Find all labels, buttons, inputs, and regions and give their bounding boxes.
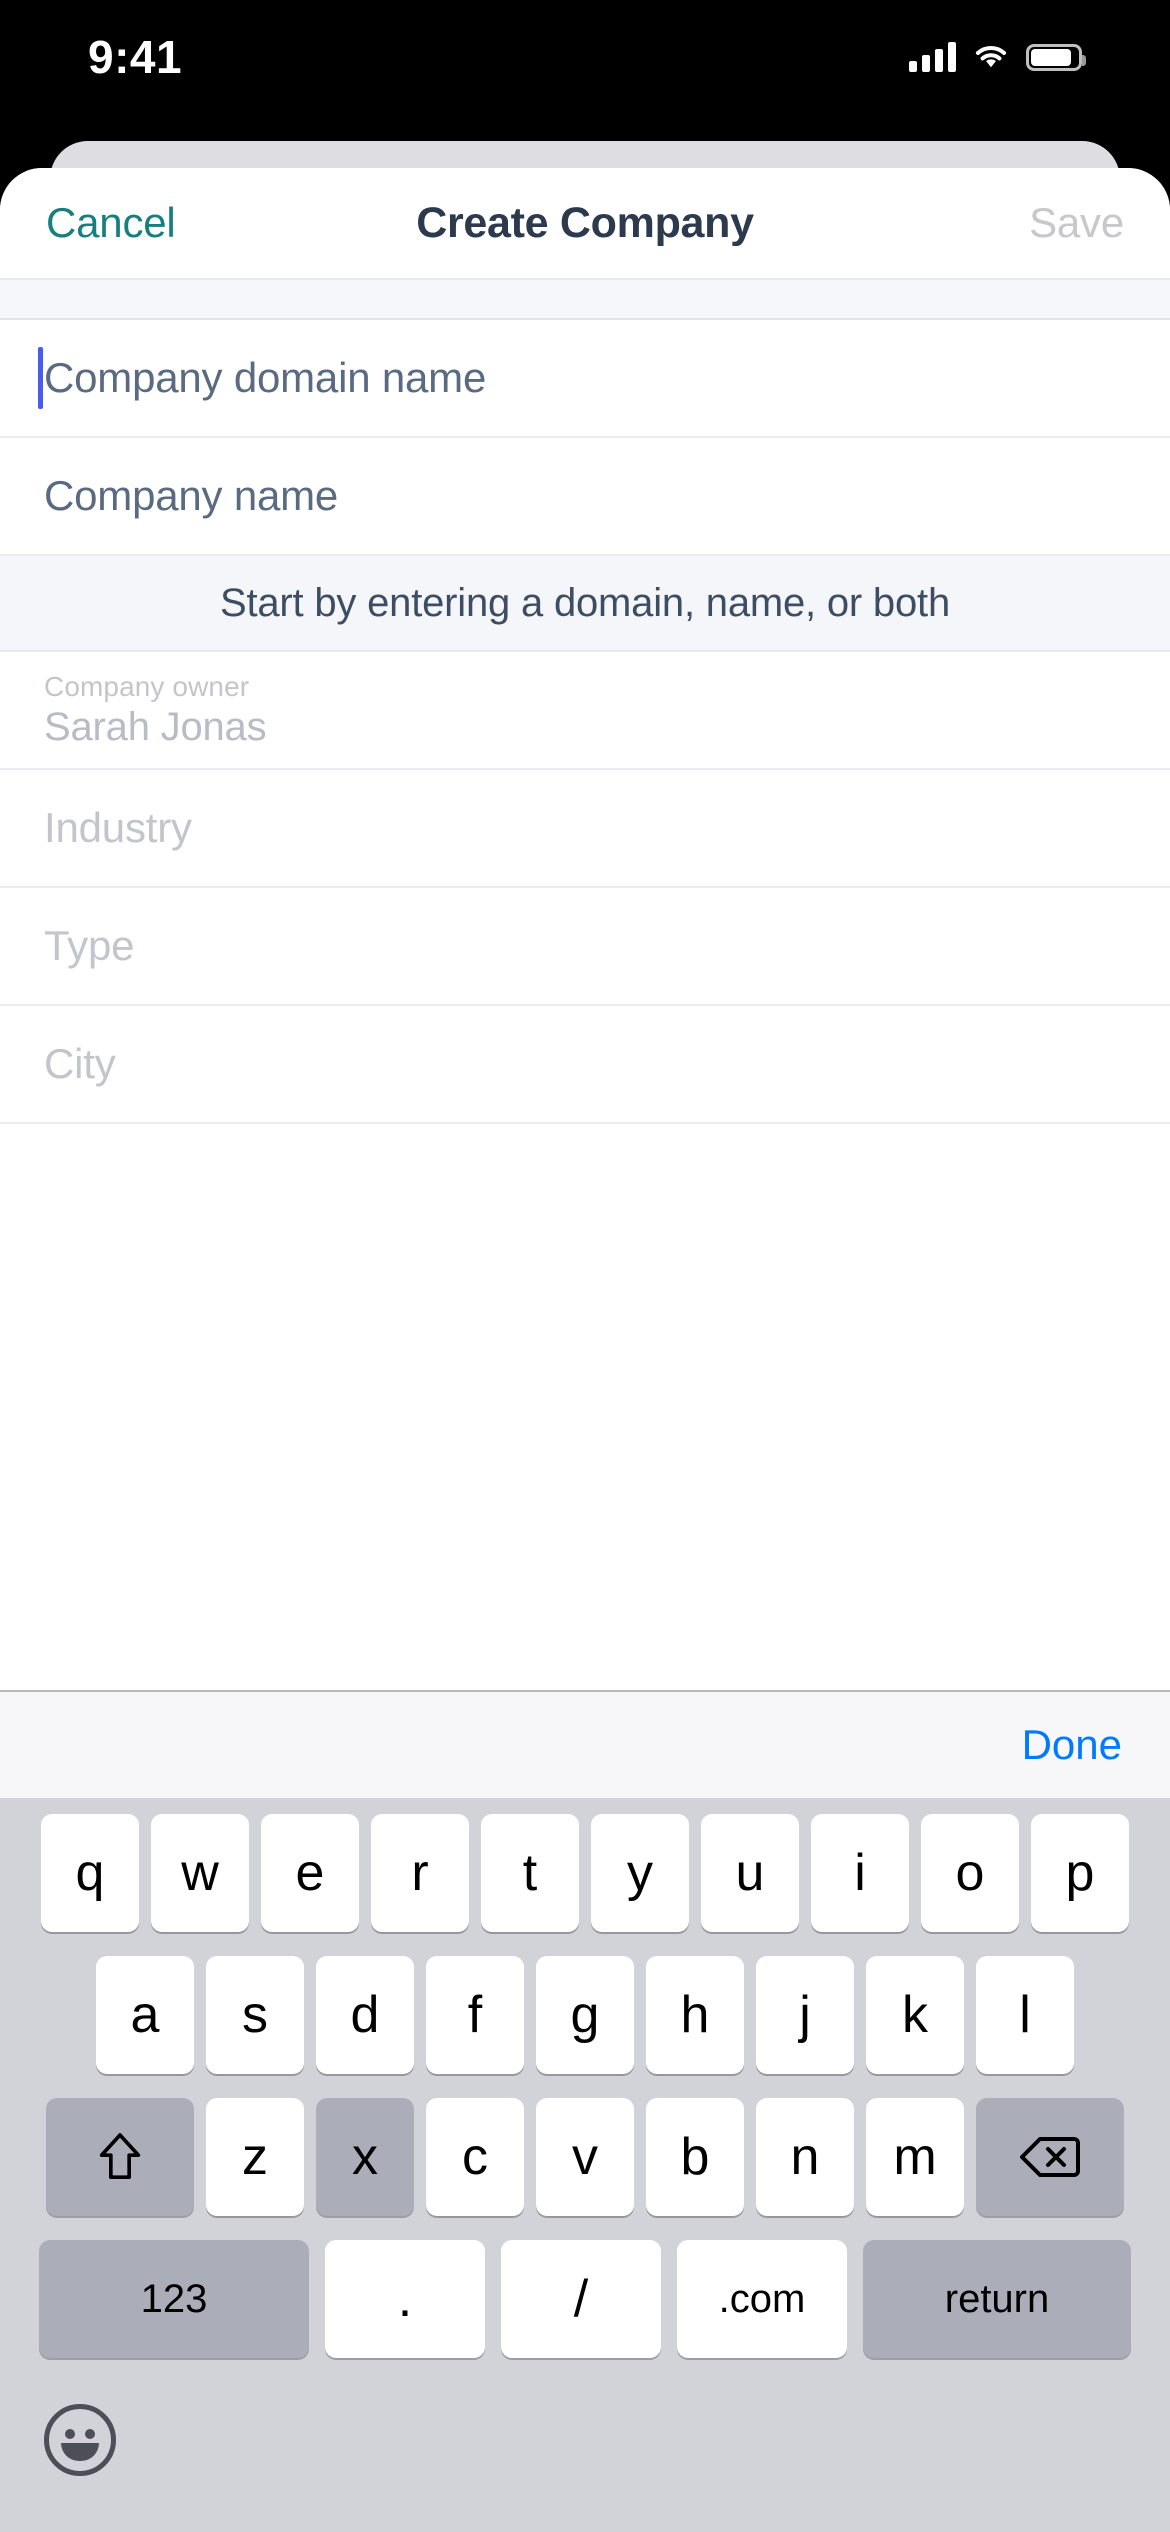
navigation-bar: Cancel Create Company Save [0, 168, 1170, 278]
key-q[interactable]: q [41, 1814, 139, 1932]
wifi-icon [975, 45, 1007, 68]
dotcom-key[interactable]: .com [677, 2240, 847, 2358]
shift-arrow-up-icon [99, 2133, 141, 2180]
field-company-name[interactable]: Company name [0, 438, 1170, 556]
key-m[interactable]: m [866, 2098, 964, 2216]
field-industry[interactable]: Industry [0, 770, 1170, 888]
key-e[interactable]: e [261, 1814, 359, 1932]
company-form: Company domain name Company name Start b… [0, 320, 1170, 1124]
form-hint-text: Start by entering a domain, name, or bot… [219, 580, 950, 625]
shift-key[interactable] [46, 2098, 194, 2216]
key-j[interactable]: j [756, 1956, 854, 2074]
key-s[interactable]: s [206, 1956, 304, 2074]
city-placeholder: City [44, 1040, 116, 1087]
keyboard-row-4: 123 . / .com return [0, 2240, 1170, 2358]
key-o[interactable]: o [921, 1814, 1019, 1932]
keyboard-accessory-bar: Done [0, 1690, 1170, 1798]
status-bar-time: 9:41 [88, 31, 183, 83]
industry-placeholder: Industry [44, 804, 192, 851]
key-p[interactable]: p [1031, 1814, 1129, 1932]
key-u[interactable]: u [701, 1814, 799, 1932]
done-button[interactable]: Done [1022, 1721, 1122, 1769]
key-w[interactable]: w [151, 1814, 249, 1932]
key-z[interactable]: z [206, 2098, 304, 2216]
emoji-smiley-icon[interactable] [44, 2404, 116, 2476]
key-i[interactable]: i [811, 1814, 909, 1932]
company-owner-value: Sarah Jonas [44, 704, 267, 749]
key-d[interactable]: d [316, 1956, 414, 2074]
field-company-domain-name[interactable]: Company domain name [0, 320, 1170, 438]
company-owner-label: Company owner [44, 670, 250, 702]
key-x[interactable]: x [316, 2098, 414, 2216]
nav-divider-strip [0, 278, 1170, 320]
key-g[interactable]: g [536, 1956, 634, 2074]
field-type[interactable]: Type [0, 888, 1170, 1006]
type-placeholder: Type [44, 922, 135, 969]
text-caret [38, 347, 43, 409]
keyboard-bottom-row [0, 2382, 1170, 2532]
status-bar: 9:41 [0, 0, 1170, 100]
field-company-owner[interactable]: Company owner Sarah Jonas [0, 652, 1170, 770]
backspace-key[interactable] [976, 2098, 1124, 2216]
key-a[interactable]: a [96, 1956, 194, 2074]
key-t[interactable]: t [481, 1814, 579, 1932]
key-h[interactable]: h [646, 1956, 744, 2074]
battery-icon [1026, 43, 1086, 71]
key-c[interactable]: c [426, 2098, 524, 2216]
field-city[interactable]: City [0, 1006, 1170, 1124]
keyboard-row-2: a s d f g h j k l [0, 1956, 1170, 2074]
key-r[interactable]: r [371, 1814, 469, 1932]
key-b[interactable]: b [646, 2098, 744, 2216]
form-hint-banner: Start by entering a domain, name, or bot… [0, 556, 1170, 652]
numbers-key[interactable]: 123 [39, 2240, 309, 2358]
company-name-placeholder: Company name [44, 472, 339, 519]
slash-key[interactable]: / [501, 2240, 661, 2358]
keyboard-row-3: z x c v b n m [0, 2098, 1170, 2216]
key-f[interactable]: f [426, 1956, 524, 2074]
company-domain-name-placeholder: Company domain name [44, 354, 487, 401]
cellular-bars-icon [909, 42, 956, 72]
keyboard-container: Done q w e r t y u i o p a s d f g h j k… [0, 1690, 1170, 2532]
key-v[interactable]: v [536, 2098, 634, 2216]
phone-screen: 9:41 Cancel Create Company Save Company … [0, 0, 1170, 2532]
return-key[interactable]: return [863, 2240, 1131, 2358]
cancel-button[interactable]: Cancel [46, 199, 176, 247]
key-y[interactable]: y [591, 1814, 689, 1932]
backspace-delete-icon [1020, 2137, 1080, 2177]
key-k[interactable]: k [866, 1956, 964, 2074]
save-button[interactable]: Save [1029, 199, 1124, 247]
period-key[interactable]: . [325, 2240, 485, 2358]
keyboard-row-1: q w e r t y u i o p [0, 1814, 1170, 1932]
key-l[interactable]: l [976, 1956, 1074, 2074]
status-bar-indicators [909, 28, 1086, 72]
on-screen-keyboard: q w e r t y u i o p a s d f g h j k l z … [0, 1798, 1170, 2532]
key-n[interactable]: n [756, 2098, 854, 2216]
